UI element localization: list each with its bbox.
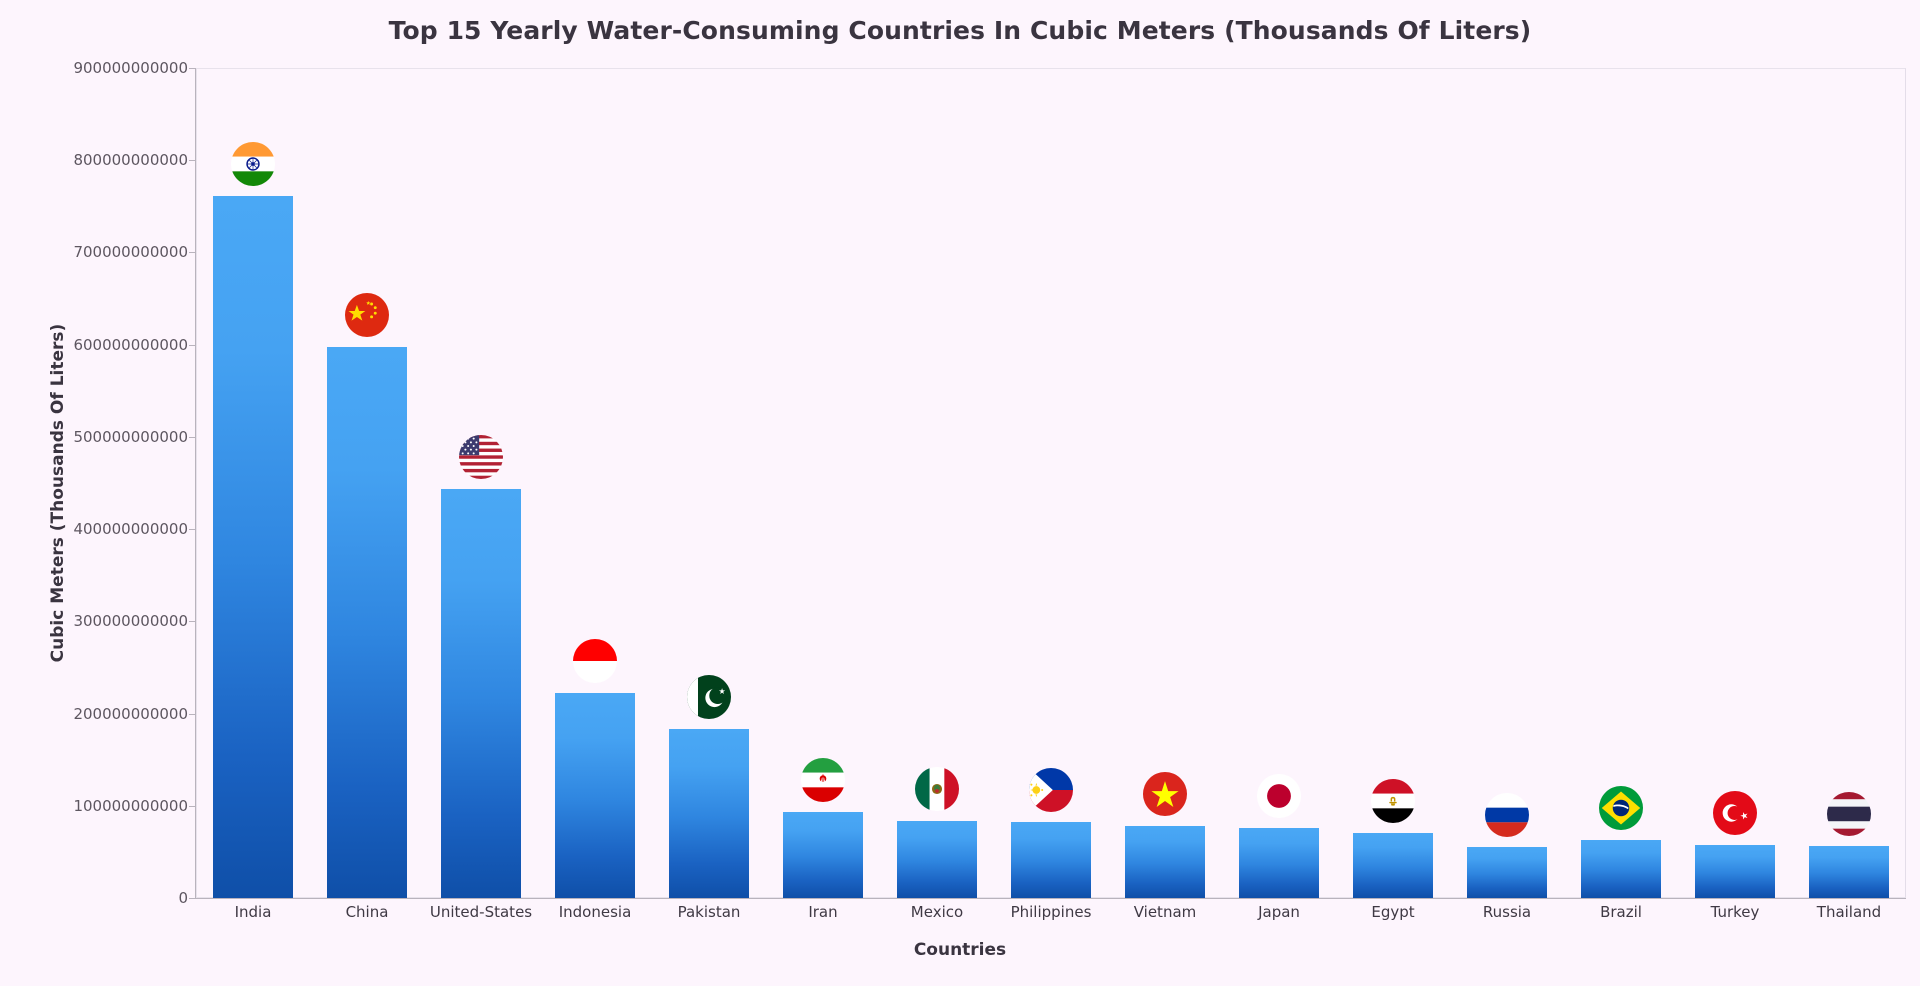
y-axis-tick-label: 700000000000: [73, 243, 188, 262]
bar-brazil[interactable]: [1581, 839, 1661, 898]
bar-mexico[interactable]: [897, 820, 977, 898]
y-axis-tick-mark: [189, 621, 195, 623]
chart-figure: Top 15 Yearly Water-Consuming Countries …: [0, 0, 1920, 986]
flag-egypt-icon: [1371, 779, 1415, 824]
flag-vietnam-icon: [1143, 772, 1187, 817]
flag-pakistan-icon: [687, 675, 731, 720]
y-axis-tick-label: 900000000000: [73, 59, 188, 77]
y-axis-line: [195, 68, 196, 899]
flag-india-icon: [231, 142, 275, 187]
x-axis-title: Countries: [913, 940, 1007, 960]
y-axis-tick-label: 400000000000: [73, 520, 188, 539]
y-axis-tick-mark: [189, 436, 195, 438]
chart-title: Top 15 Yearly Water-Consuming Countries …: [388, 16, 1532, 45]
y-axis-tick-mark: [189, 252, 195, 254]
flag-united-states-icon: [459, 434, 503, 479]
bar-united-states[interactable]: [441, 488, 521, 898]
y-axis-tick-mark: [189, 529, 195, 531]
x-axis-line: [195, 898, 1906, 899]
flag-turkey-icon: [1713, 791, 1757, 836]
y-axis-tick-label: 100000000000: [73, 796, 188, 815]
x-axis-tick-label: Thailand: [1816, 903, 1882, 921]
bar-vietnam[interactable]: [1125, 826, 1205, 898]
bar-egypt[interactable]: [1353, 833, 1433, 898]
bar-russia[interactable]: [1467, 847, 1547, 898]
flag-mexico-icon: [915, 766, 959, 811]
bar-pakistan[interactable]: [669, 729, 749, 898]
flag-philippines-icon: [1029, 768, 1073, 813]
y-axis-tick-label: 800000000000: [73, 151, 188, 170]
flag-brazil-icon: [1599, 785, 1643, 830]
y-axis-tick-label: 600000000000: [73, 335, 188, 354]
bar-china[interactable]: [327, 346, 407, 898]
flag-china-icon: [345, 292, 389, 337]
y-axis-tick-mark: [189, 898, 195, 899]
y-axis-tick-label: 200000000000: [73, 704, 188, 723]
bar-philippines[interactable]: [1011, 822, 1091, 898]
y-axis-tick-label: 0: [178, 889, 188, 907]
flag-iran-icon: [801, 758, 845, 803]
y-axis-tick-mark: [189, 68, 195, 69]
bar-japan[interactable]: [1239, 827, 1319, 898]
bar-iran[interactable]: [783, 812, 863, 898]
y-axis-tick-mark: [189, 344, 195, 346]
y-axis-tick-mark: [189, 805, 195, 807]
y-axis-tick-mark: [189, 713, 195, 715]
y-axis-tick-mark: [189, 160, 195, 162]
bar-indonesia[interactable]: [555, 693, 635, 898]
flag-thailand-icon: [1827, 792, 1871, 837]
y-axis-tick-label: 300000000000: [73, 612, 188, 631]
y-axis-tick-label: 500000000000: [73, 427, 188, 446]
bar-turkey[interactable]: [1695, 845, 1775, 898]
bar-india[interactable]: [213, 196, 293, 898]
flag-japan-icon: [1257, 773, 1301, 818]
bar-thailand[interactable]: [1809, 846, 1889, 898]
flag-indonesia-icon: [573, 639, 617, 684]
flag-russia-icon: [1485, 793, 1529, 838]
